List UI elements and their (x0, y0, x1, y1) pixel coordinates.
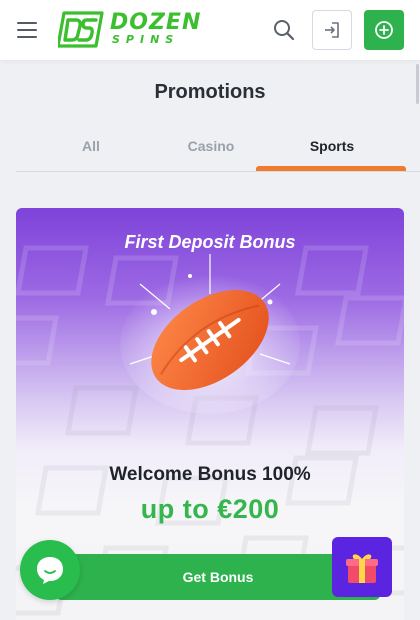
promo-title: First Deposit Bonus (124, 232, 296, 252)
american-football-icon (120, 254, 300, 414)
chat-icon (37, 557, 63, 584)
page-title: Promotions (154, 81, 266, 103)
active-tab-indicator (256, 166, 406, 171)
ds-logo-mark-icon (58, 11, 104, 48)
search-button[interactable] (272, 18, 296, 42)
logo-wordmark-dozen: DOZEN (110, 10, 202, 35)
dozen-spins-logo[interactable]: DOZEN SPINS (58, 10, 202, 50)
register-plus-icon (375, 21, 393, 39)
register-button[interactable] (364, 10, 404, 50)
gift-icon (346, 554, 378, 583)
search-icon (274, 20, 295, 41)
login-icon (325, 22, 339, 38)
top-header: DOZEN SPINS (0, 0, 420, 60)
hamburger-menu-icon[interactable] (17, 21, 39, 39)
welcome-bonus-text: Welcome Bonus 100% (109, 464, 311, 485)
promo-tabs: All Casino Sports (16, 128, 420, 172)
live-chat-button[interactable] (20, 540, 80, 600)
gift-button[interactable] (332, 537, 392, 597)
tab-all[interactable]: All (24, 128, 158, 172)
bonus-amount: up to €200 (140, 494, 280, 524)
login-button[interactable] (312, 10, 352, 50)
logo-wordmark-spins: SPINS (112, 33, 180, 46)
